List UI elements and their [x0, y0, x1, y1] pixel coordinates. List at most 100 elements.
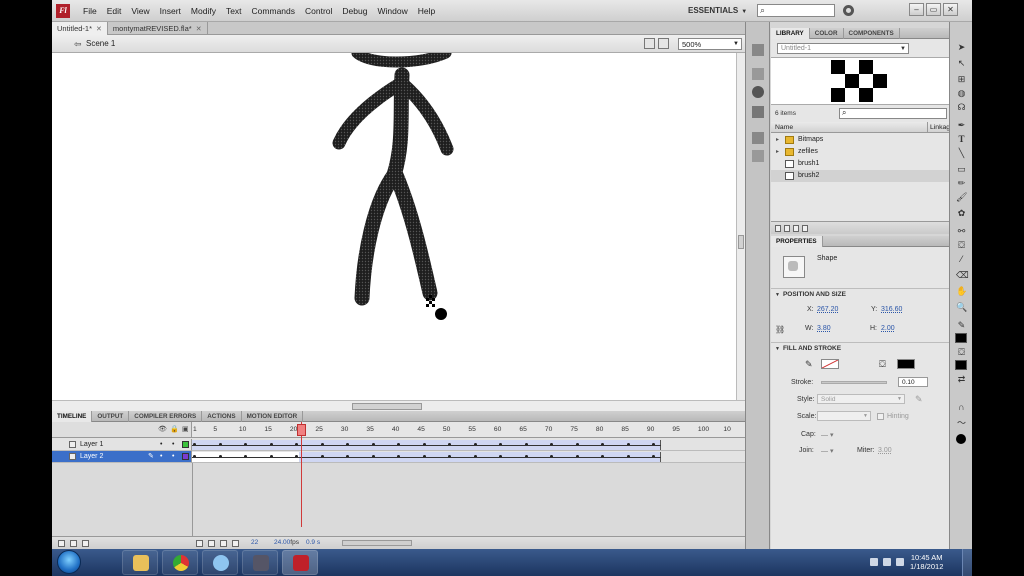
frame-rate[interactable]: 24.00fps	[274, 539, 299, 546]
onion-outline-icon[interactable]	[220, 540, 227, 547]
eraser-tool-icon[interactable]: ⌫	[956, 270, 969, 281]
taskbar-chrome[interactable]	[162, 550, 198, 575]
list-item-selected[interactable]: brush2	[771, 170, 949, 182]
scrollbar-thumb[interactable]	[352, 403, 422, 410]
stage-horizontal-scrollbar[interactable]	[52, 400, 745, 411]
taskbar-explorer[interactable]	[122, 550, 158, 575]
menu-edit[interactable]: Edit	[102, 6, 127, 16]
menu-commands[interactable]: Commands	[247, 6, 300, 16]
layer-row[interactable]: Layer 1 • •	[52, 439, 192, 451]
layer-color-swatch[interactable]	[182, 441, 189, 448]
stroke-color-icon[interactable]: ✎	[956, 320, 967, 331]
tab-components[interactable]: COMPONENTS	[844, 28, 900, 39]
menu-window[interactable]: Window	[372, 6, 412, 16]
close-icon[interactable]: ✕	[96, 26, 102, 33]
close-button[interactable]: ✕	[943, 3, 958, 16]
text-tool-icon[interactable]: T	[956, 134, 967, 145]
volume-icon[interactable]	[896, 558, 904, 566]
swatches-icon[interactable]	[752, 132, 764, 144]
line-tool-icon[interactable]: ╲	[956, 148, 967, 159]
scale-select[interactable]: ▼	[817, 411, 871, 421]
layer-frames[interactable]	[192, 439, 745, 451]
workspace-switcher[interactable]: ESSENTIALS ▼	[688, 6, 747, 15]
paint-bucket-tool-icon[interactable]: ⛋	[956, 240, 967, 251]
fill-color-icon[interactable]: ⛋	[956, 347, 967, 358]
list-item[interactable]: ▸ zefiles	[771, 146, 949, 158]
sync-settings-icon[interactable]	[843, 5, 854, 16]
menu-debug[interactable]: Debug	[337, 6, 372, 16]
show-desktop-button[interactable]	[962, 549, 972, 576]
eye-icon[interactable]: 👁	[158, 425, 167, 433]
doc-tab-untitled[interactable]: Untitled-1* ✕	[52, 22, 108, 35]
new-folder-icon[interactable]	[70, 540, 77, 547]
scene-breadcrumb[interactable]: Scene 1	[86, 39, 115, 48]
pencil-tool-icon[interactable]: ✏	[956, 178, 967, 189]
column-linkage[interactable]: Linkag	[927, 122, 950, 133]
join-select[interactable]: — ▾	[821, 447, 833, 455]
bone-tool-icon[interactable]: ⚯	[956, 226, 967, 237]
3d-rotation-tool-icon[interactable]: ◍	[956, 88, 967, 99]
transform-icon[interactable]	[752, 106, 764, 118]
tab-timeline[interactable]: TIMELINE	[52, 411, 93, 422]
eyedropper-tool-icon[interactable]: ⁄	[956, 254, 967, 265]
style-select[interactable]: Solid ▼	[817, 394, 905, 404]
rectangle-tool-icon[interactable]: ▭	[956, 164, 967, 175]
lock-dot[interactable]: •	[172, 439, 174, 451]
list-item[interactable]: brush1	[771, 158, 949, 170]
taskbar-media[interactable]	[242, 550, 278, 575]
hinting-checkbox[interactable]	[877, 413, 884, 420]
onion-skin-icon[interactable]	[208, 540, 215, 547]
restore-button[interactable]: ▭	[926, 3, 941, 16]
new-layer-icon[interactable]	[58, 540, 65, 547]
back-arrow-icon[interactable]: ⇦	[74, 39, 82, 50]
lock-icon[interactable]: 🔒	[170, 425, 179, 433]
zoom-tool-icon[interactable]: 🔍	[956, 302, 967, 313]
menu-help[interactable]: Help	[413, 6, 440, 16]
hand-tool-icon[interactable]: ✋	[956, 286, 967, 297]
brush-size-icon[interactable]	[956, 434, 966, 444]
edit-symbols-icon[interactable]	[658, 38, 669, 49]
edit-multiple-frames-icon[interactable]	[232, 540, 239, 547]
miter-value[interactable]: 3.00	[878, 447, 892, 454]
subselection-tool-icon[interactable]: ↖	[956, 58, 967, 69]
y-value[interactable]: 316.60	[881, 306, 902, 313]
stroke-color-swatch[interactable]	[821, 359, 839, 369]
stroke-slider[interactable]	[821, 381, 887, 384]
section-position-size[interactable]: ▼ POSITION AND SIZE	[771, 288, 949, 299]
new-folder-icon[interactable]	[784, 225, 790, 232]
elapsed-time[interactable]: 0.9 s	[306, 539, 320, 546]
network-icon[interactable]	[883, 558, 891, 566]
tray-chevron-icon[interactable]	[870, 558, 878, 566]
layer-frames[interactable]	[192, 451, 745, 463]
list-item[interactable]: ▸ Bitmaps	[771, 134, 949, 146]
expand-arrow-icon[interactable]: ▸	[776, 146, 779, 158]
menu-insert[interactable]: Insert	[155, 6, 186, 16]
library-search-input[interactable]: ⌕	[839, 108, 947, 119]
library-document-select[interactable]: Untitled-1 ▼	[777, 43, 909, 54]
lock-dot[interactable]: •	[172, 451, 174, 463]
zoom-select[interactable]: 500% ▼	[678, 38, 742, 50]
h-value[interactable]: 2.00	[881, 325, 895, 332]
x-value[interactable]: 267.20	[817, 306, 838, 313]
trash-icon[interactable]	[802, 225, 808, 232]
fill-color-box[interactable]	[955, 360, 967, 370]
tab-actions[interactable]: ACTIONS	[202, 411, 242, 422]
stage-vertical-scrollbar[interactable]	[736, 53, 745, 400]
info-icon[interactable]	[752, 86, 764, 98]
menu-modify[interactable]: Modify	[186, 6, 221, 16]
properties-icon[interactable]	[793, 225, 799, 232]
help-search-input[interactable]: ⌕	[757, 4, 835, 17]
lasso-tool-icon[interactable]: ☊	[956, 102, 967, 113]
scrollbar-thumb[interactable]	[738, 235, 744, 249]
section-fill-stroke[interactable]: ▼ FILL AND STROKE	[771, 342, 949, 353]
start-button[interactable]	[57, 550, 81, 574]
link-icon[interactable]: ⛓	[775, 325, 785, 334]
stroke-color-box[interactable]	[955, 333, 967, 343]
expand-arrow-icon[interactable]: ▸	[776, 134, 779, 146]
tab-compiler-errors[interactable]: COMPILER ERRORS	[129, 411, 203, 422]
menu-file[interactable]: File	[78, 6, 102, 16]
history-icon[interactable]	[752, 150, 764, 162]
tray-clock[interactable]: 10:45 AM 1/18/2012	[910, 553, 943, 571]
stage-canvas[interactable]	[52, 53, 736, 400]
cap-select[interactable]: — ▾	[821, 431, 833, 439]
